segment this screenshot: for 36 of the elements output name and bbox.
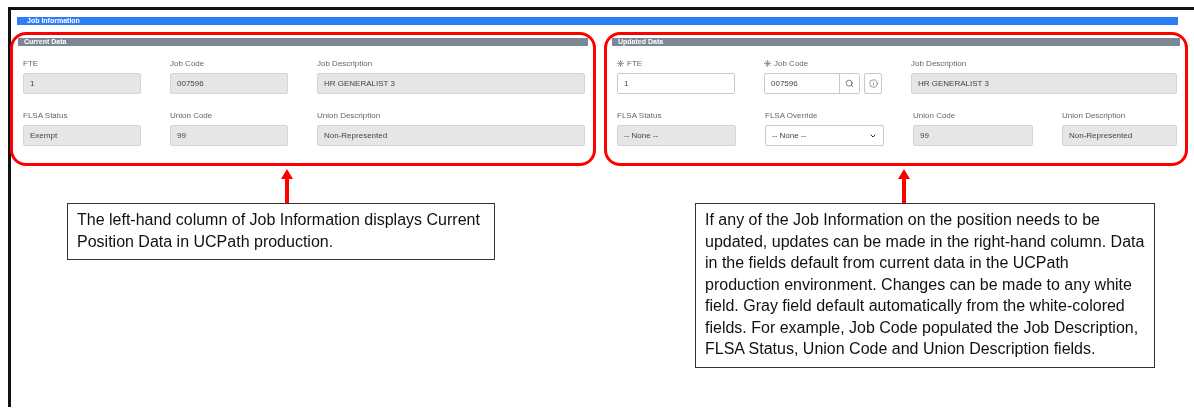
required-icon	[764, 59, 771, 67]
arrow-icon	[898, 169, 910, 203]
field-label: Job Code	[774, 58, 809, 68]
field-label: Union Code	[170, 110, 213, 120]
readonly-field: Non-Represented	[1062, 125, 1177, 146]
readonly-field: HR GENERALIST 3	[911, 73, 1177, 94]
field-label: FTE	[23, 58, 39, 68]
readonly-field: 99	[170, 125, 288, 146]
arrow-icon	[281, 169, 293, 203]
field-label: FTE	[627, 58, 643, 68]
field-label: Union Description	[1062, 110, 1126, 120]
info-icon	[868, 79, 878, 88]
field-label: FLSA Status	[617, 110, 662, 120]
readonly-field: Non-Represented	[317, 125, 585, 146]
field-label: Job Code	[170, 58, 205, 68]
input-field[interactable]: 1	[617, 73, 735, 94]
readonly-field: 1	[23, 73, 141, 94]
callout-text: If any of the Job Information on the position needs to be updated, updates can be made in the right-hand column. Data in the fields default from current data in the UCPath production environment. Changes can be made to any white field. Gray field default automatically from the white-colored fields. For example, Job Code populated the Job Description, FLSA Status, Union Code and Union Description fields.	[695, 203, 1155, 368]
search-icon	[845, 79, 855, 88]
field-label: Job Description	[317, 58, 373, 68]
readonly-field: 99	[913, 125, 1033, 146]
input-field[interactable]: 007596	[764, 73, 861, 94]
search-button[interactable]	[839, 74, 860, 93]
field-label: Union Code	[913, 110, 956, 120]
readonly-field: HR GENERALIST 3	[317, 73, 585, 94]
info-button[interactable]	[864, 73, 882, 94]
field-label: FLSA Override	[765, 110, 818, 120]
readonly-field: -- None --	[617, 125, 736, 146]
required-icon	[617, 59, 624, 67]
field-label: Union Description	[317, 110, 381, 120]
readonly-field: 007596	[170, 73, 288, 94]
select-dropdown[interactable]: -- None --	[765, 125, 884, 146]
readonly-field: Exempt	[23, 125, 141, 146]
field-label: FLSA Status	[23, 110, 68, 120]
callout-text: The left-hand column of Job Information displays Current Position Data in UCPath production.	[67, 203, 495, 260]
field-label: Job Description	[911, 58, 967, 68]
